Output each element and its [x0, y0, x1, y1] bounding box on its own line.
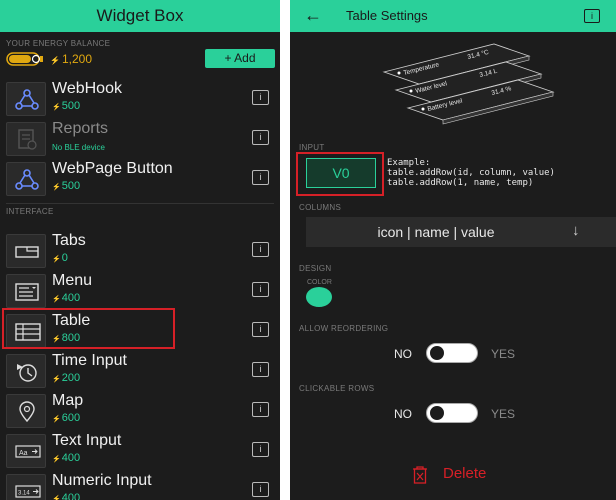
toggle-yes-label: YES: [491, 347, 516, 361]
text-input-icon-text: Aa: [19, 450, 28, 457]
allow-reordering-switch[interactable]: [426, 343, 478, 363]
info-button[interactable]: i: [252, 130, 269, 145]
info-button[interactable]: i: [584, 9, 600, 23]
widget-box-panel: Widget Box YOUR ENERGY BALANCE ⚡ 1,200 + …: [0, 0, 280, 500]
back-arrow-icon[interactable]: ←: [304, 5, 322, 26]
energy-amount: 1,200: [61, 52, 92, 66]
switch-knob: [428, 344, 446, 362]
tabs-icon: [6, 234, 46, 268]
toggle-no-label: NO: [394, 407, 412, 421]
time-input-icon: [6, 354, 46, 388]
numeric-input-icon: 3.14: [6, 474, 46, 500]
widget-name: Numeric Input: [52, 472, 152, 489]
columns-section-label: COLUMNS: [299, 203, 342, 212]
widget-box-header: Widget Box: [0, 0, 280, 32]
widget-name: WebPage Button: [52, 160, 173, 177]
table-preview-illustration: Temperature 31.4 °C Water level 3.14 L B…: [382, 43, 555, 125]
add-energy-button[interactable]: + Add: [205, 49, 275, 68]
info-button[interactable]: i: [252, 90, 269, 105]
widget-name: Reports: [52, 120, 109, 137]
toggle-yes-label: YES: [491, 407, 516, 421]
widget-price: ⚡400: [52, 492, 81, 500]
widget-item-reports[interactable]: Reports No BLE device i: [0, 120, 280, 160]
widget-item-time-input[interactable]: Time Input ⚡200 i: [0, 352, 280, 392]
section-divider: [6, 203, 274, 204]
energy-balance-label: YOUR ENERGY BALANCE: [6, 39, 111, 48]
info-button[interactable]: i: [252, 282, 269, 297]
switch-knob: [428, 404, 446, 422]
webpage-button-icon: [6, 162, 46, 196]
delete-label: Delete: [443, 465, 487, 482]
widget-price: ⚡500: [52, 100, 81, 112]
widget-price: ⚡400: [52, 452, 81, 464]
widget-name: Text Input: [52, 432, 122, 449]
webhook-icon: [6, 82, 46, 116]
widget-item-numeric-input[interactable]: 3.14 Numeric Input ⚡400 i: [0, 472, 280, 500]
battery-icon: [6, 52, 43, 66]
trash-icon: [413, 466, 427, 484]
widget-item-text-input[interactable]: Aa Text Input ⚡400 i: [0, 432, 280, 472]
color-label: COLOR: [307, 279, 332, 286]
widget-price: ⚡200: [52, 372, 81, 384]
allow-reordering-label: ALLOW REORDERING: [299, 324, 389, 333]
table-settings-header: ← Table Settings i: [290, 0, 616, 32]
widget-price: ⚡0: [52, 252, 68, 264]
widget-item-tabs[interactable]: Tabs ⚡0 i: [0, 232, 280, 272]
allow-reordering-toggle-row: NO YES: [290, 342, 616, 364]
arrow-down-icon: ↓: [572, 222, 580, 239]
energy-balance-value: ⚡ 1,200: [50, 52, 92, 66]
table-settings-panel: ← Table Settings i Temperature 31.4 °C W…: [290, 0, 616, 500]
info-button[interactable]: i: [252, 322, 269, 337]
widget-price: ⚡400: [52, 292, 81, 304]
info-button[interactable]: i: [252, 362, 269, 377]
info-button[interactable]: i: [252, 402, 269, 417]
widget-price: ⚡500: [52, 180, 81, 192]
widget-price: ⚡600: [52, 412, 81, 424]
info-button[interactable]: i: [252, 442, 269, 457]
widget-name: Menu: [52, 272, 93, 289]
widget-item-map[interactable]: Map ⚡600 i: [0, 392, 280, 432]
input-section-label: INPUT: [299, 143, 325, 152]
widget-item-menu[interactable]: Menu ⚡400 i: [0, 272, 280, 312]
clickable-rows-toggle-row: NO YES: [290, 402, 616, 424]
numeric-input-icon-text: 3.14: [18, 491, 30, 497]
energy-currency-icon: ⚡: [50, 56, 60, 65]
design-section-label: DESIGN: [299, 264, 332, 273]
widget-item-webpage-button[interactable]: WebPage Button ⚡500 i: [0, 160, 280, 200]
clickable-rows-label: CLICKABLE ROWS: [299, 384, 375, 393]
table-settings-title: Table Settings: [346, 8, 428, 23]
widget-box-title: Widget Box: [96, 6, 184, 25]
map-icon: [6, 394, 46, 428]
columns-dropdown[interactable]: icon | name | value ↓: [306, 217, 616, 247]
example-code: Example: table.addRow(id, column, value)…: [387, 158, 555, 188]
clickable-rows-switch[interactable]: [426, 403, 478, 423]
widget-name: Tabs: [52, 232, 86, 249]
reports-icon: [6, 122, 46, 156]
info-button[interactable]: i: [252, 482, 269, 497]
widget-item-webhook[interactable]: WebHook ⚡500 i: [0, 80, 280, 120]
info-button[interactable]: i: [252, 242, 269, 257]
menu-icon: [6, 274, 46, 308]
info-button[interactable]: i: [252, 170, 269, 185]
pin-select-button[interactable]: V0: [306, 158, 376, 188]
widget-name: Map: [52, 392, 84, 409]
text-input-icon: Aa: [6, 434, 46, 468]
color-picker-swatch[interactable]: [306, 287, 332, 307]
widget-status: No BLE device: [52, 143, 105, 152]
interface-section-label: INTERFACE: [6, 207, 54, 216]
table-widget-highlight: [2, 308, 175, 349]
toggle-no-label: NO: [394, 347, 412, 361]
columns-selected-value: icon | name | value: [377, 224, 495, 240]
widget-name: WebHook: [52, 80, 122, 97]
widget-name: Time Input: [52, 352, 127, 369]
